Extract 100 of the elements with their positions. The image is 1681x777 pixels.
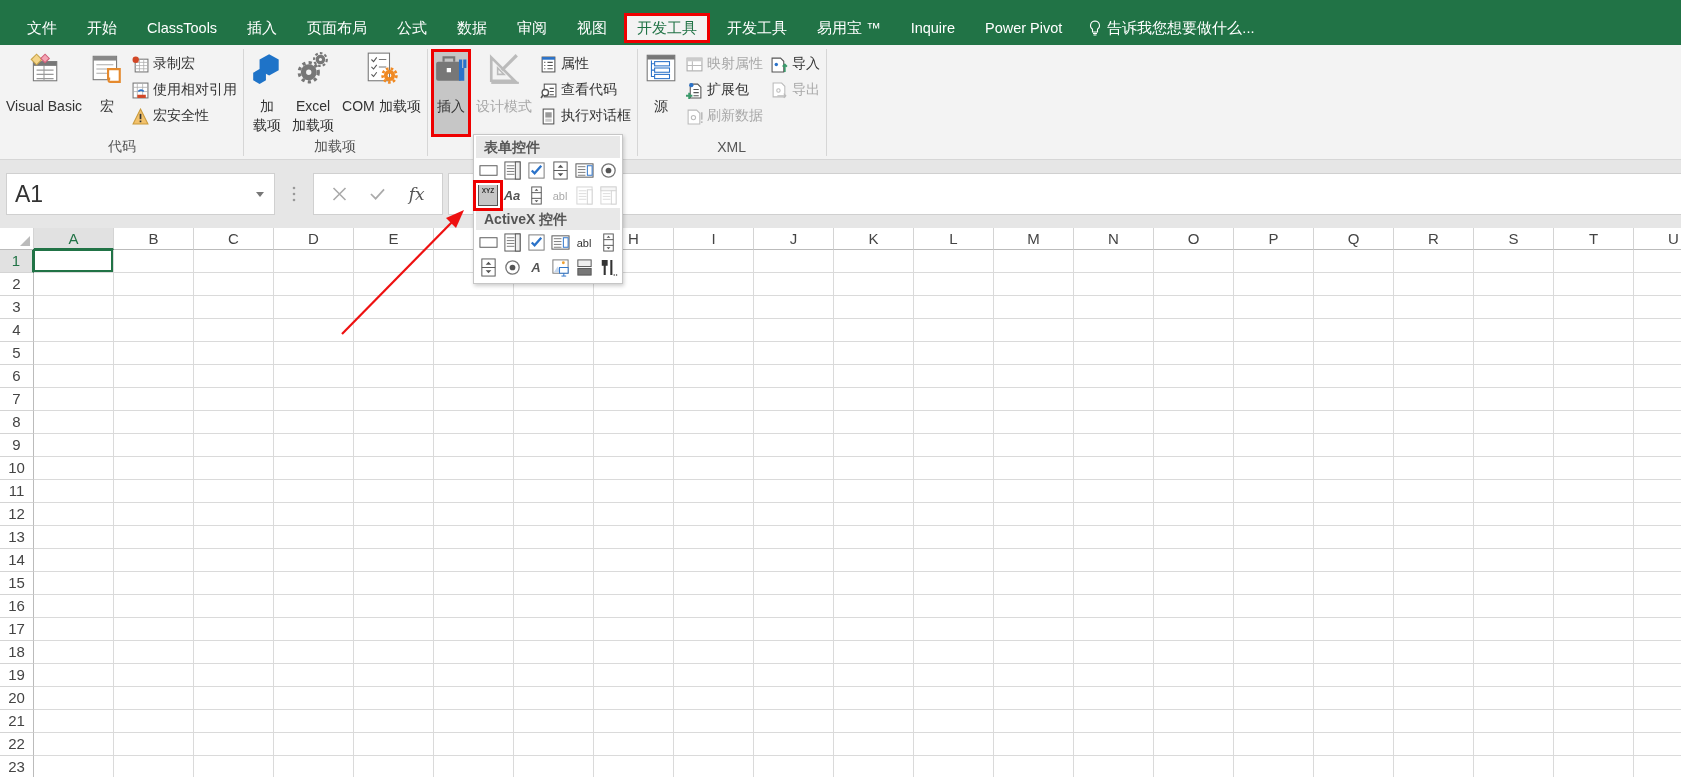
relative-reference-icon: [132, 81, 149, 99]
ribbon-button[interactable]: 导入: [767, 51, 823, 77]
column-header[interactable]: O: [1154, 228, 1234, 250]
ribbon-tab[interactable]: Power Pivot: [972, 13, 1076, 43]
column-header[interactable]: M: [994, 228, 1074, 250]
list-box-icon: [550, 233, 570, 252]
ribbon-button[interactable]: 加 载项: [247, 49, 287, 137]
ribbon-tab[interactable]: 文件: [14, 13, 70, 43]
option-button-icon: [502, 258, 522, 277]
ribbon-tab[interactable]: Inquire: [897, 13, 968, 43]
row-header[interactable]: 18: [0, 641, 34, 664]
ribbon-button[interactable]: 属性: [536, 51, 634, 77]
row-header[interactable]: 17: [0, 618, 34, 641]
combo-dropdown-icon: [598, 186, 618, 205]
row-header[interactable]: 4: [0, 319, 34, 342]
ribbon-tab[interactable]: 开发工具: [624, 13, 711, 43]
row-header[interactable]: 15: [0, 572, 34, 595]
label-tool[interactable]: A: [524, 255, 548, 280]
row-header[interactable]: 2: [0, 273, 34, 296]
active-cell[interactable]: [33, 249, 113, 272]
option-button-icon: [598, 161, 618, 180]
page-alert-icon: [685, 107, 703, 125]
row-header[interactable]: 20: [0, 687, 34, 710]
ribbon-tab[interactable]: 插入: [234, 13, 291, 43]
column-header[interactable]: D: [274, 228, 354, 250]
row-header[interactable]: 13: [0, 526, 34, 549]
column-header[interactable]: I: [674, 228, 754, 250]
ribbon-button[interactable]: 扩展包: [682, 77, 766, 103]
grip-icon: [292, 186, 296, 202]
column-header[interactable]: L: [914, 228, 994, 250]
label-tool[interactable]: Aa: [500, 183, 524, 208]
text-field-tool[interactable]: abl: [572, 230, 596, 255]
ribbon-button[interactable]: 宏安全性: [129, 103, 240, 129]
combo-box-icon: [502, 161, 522, 180]
combo-list-icon: [574, 186, 594, 205]
row-header[interactable]: 22: [0, 733, 34, 756]
row-header[interactable]: 16: [0, 595, 34, 618]
ribbon-button[interactable]: 插入: [430, 49, 471, 137]
row-header[interactable]: 1: [0, 250, 34, 273]
row-header[interactable]: 8: [0, 411, 34, 434]
close-icon: [331, 187, 347, 201]
row-header[interactable]: 19: [0, 664, 34, 687]
ribbon-button[interactable]: 查看代码: [536, 77, 634, 103]
column-header[interactable]: J: [754, 228, 834, 250]
ribbon-button[interactable]: 源: [640, 49, 681, 137]
ribbon-button[interactable]: 宏: [87, 49, 127, 137]
column-header[interactable]: C: [194, 228, 274, 250]
column-header[interactable]: E: [354, 228, 434, 250]
ribbon-tab[interactable]: 视图: [564, 13, 621, 43]
ribbon-button[interactable]: Visual Basic: [3, 49, 85, 137]
row-header[interactable]: 14: [0, 549, 34, 572]
ribbon-button[interactable]: 录制宏: [129, 51, 240, 77]
group-label: XML: [717, 138, 746, 155]
column-header[interactable]: T: [1554, 228, 1634, 250]
toggle-button-icon: [574, 258, 594, 277]
ribbon-tab[interactable]: 数据: [444, 13, 501, 43]
properties-icon: [539, 55, 557, 73]
tell-me-button[interactable]: 告诉我您想要做什么...: [1089, 13, 1255, 43]
group-label: 加载项: [314, 137, 357, 156]
ribbon-button[interactable]: 使用相对引用: [129, 77, 240, 103]
ribbon-tab[interactable]: 易用宝 ™: [804, 13, 894, 43]
column-header[interactable]: U: [1634, 228, 1681, 250]
row-header[interactable]: 23: [0, 756, 34, 777]
ribbon-button[interactable]: COM 加载项: [339, 49, 424, 137]
table-icon: [685, 55, 703, 73]
column-header[interactable]: B: [114, 228, 194, 250]
check-box-icon: [526, 233, 546, 252]
row-header[interactable]: 11: [0, 480, 34, 503]
column-header[interactable]: S: [1474, 228, 1554, 250]
row-header[interactable]: 3: [0, 296, 34, 319]
combo-box-icon: [502, 233, 522, 252]
column-header[interactable]: Q: [1314, 228, 1394, 250]
insert-function-button[interactable]: fx: [401, 179, 432, 209]
ribbon-button[interactable]: Excel 加载项: [289, 49, 337, 137]
magnifier-page-icon: [539, 81, 557, 99]
column-header[interactable]: R: [1394, 228, 1474, 250]
row-header[interactable]: 7: [0, 388, 34, 411]
caret-icon: [256, 191, 264, 197]
row-header[interactable]: 5: [0, 342, 34, 365]
column-header[interactable]: A: [34, 228, 114, 250]
check-icon: [370, 187, 386, 201]
row-header[interactable]: 9: [0, 434, 34, 457]
check-box-icon: [526, 161, 546, 180]
column-header[interactable]: N: [1074, 228, 1154, 250]
name-box[interactable]: A1: [6, 173, 275, 215]
ribbon-tab[interactable]: 开始: [74, 13, 130, 43]
ribbon-tab[interactable]: 开发工具: [714, 13, 801, 43]
ribbon-tab[interactable]: 审阅: [504, 13, 561, 43]
row-header[interactable]: 6: [0, 365, 34, 388]
gears-icon: [296, 51, 330, 85]
ribbon-tab[interactable]: ClassTools: [134, 13, 231, 43]
column-header[interactable]: P: [1234, 228, 1314, 250]
ribbon-tab[interactable]: 页面布局: [294, 13, 381, 43]
ribbon-button[interactable]: 执行对话框: [536, 103, 634, 129]
row-header[interactable]: 10: [0, 457, 34, 480]
group-label: 代码: [107, 137, 136, 156]
ribbon-tab[interactable]: 公式: [384, 13, 441, 43]
row-header[interactable]: 12: [0, 503, 34, 526]
row-header[interactable]: 21: [0, 710, 34, 733]
column-header[interactable]: K: [834, 228, 914, 250]
